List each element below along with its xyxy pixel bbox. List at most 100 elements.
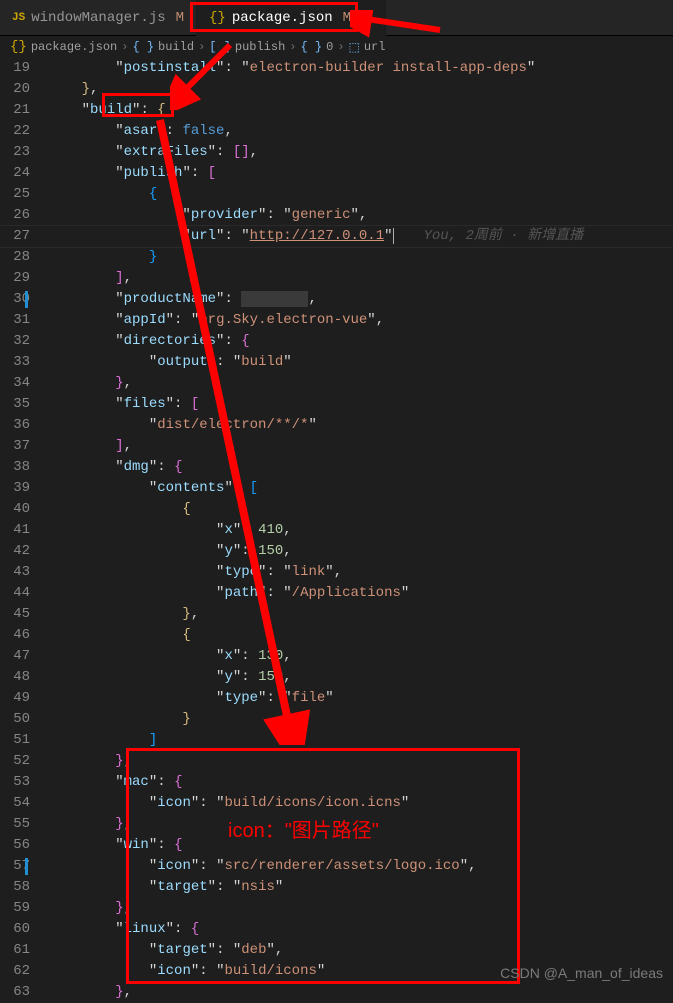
- line-number: 37: [0, 436, 30, 457]
- code-line[interactable]: "icon": "build/icons/icon.icns": [48, 793, 673, 814]
- code-line[interactable]: "y": 150,: [48, 667, 673, 688]
- json-icon: {}: [209, 10, 226, 26]
- line-number: 19: [0, 58, 30, 79]
- line-number: 26: [0, 205, 30, 226]
- code-line[interactable]: }: [48, 247, 673, 268]
- line-number: 46: [0, 625, 30, 646]
- line-number: 30: [0, 289, 30, 310]
- code-line[interactable]: "target": "deb",: [48, 940, 673, 961]
- code-line[interactable]: },: [48, 751, 673, 772]
- tab-bar: JS windowManager.js M {} package.json M …: [0, 0, 673, 36]
- line-number: 27: [0, 226, 30, 247]
- code-line[interactable]: "appId": "org.Sky.electron-vue",: [48, 310, 673, 331]
- code-content[interactable]: "postinstall": "electron-builder install…: [48, 58, 673, 1003]
- code-line[interactable]: },: [48, 373, 673, 394]
- tab-windowmanager[interactable]: JS windowManager.js M: [0, 0, 197, 36]
- line-number: 34: [0, 373, 30, 394]
- code-line[interactable]: },: [48, 79, 673, 100]
- code-line[interactable]: "files": [: [48, 394, 673, 415]
- line-number: 62: [0, 961, 30, 982]
- code-line[interactable]: {: [48, 184, 673, 205]
- code-line[interactable]: "target": "nsis": [48, 877, 673, 898]
- code-line[interactable]: "x": 410,: [48, 520, 673, 541]
- line-number: 55: [0, 814, 30, 835]
- breadcrumb-seg: url: [364, 40, 386, 54]
- code-line[interactable]: "directories": {: [48, 331, 673, 352]
- code-line[interactable]: "dist/electron/**/*": [48, 415, 673, 436]
- code-line[interactable]: "extraFiles": [],: [48, 142, 673, 163]
- line-number: 44: [0, 583, 30, 604]
- code-line[interactable]: "contents": [: [48, 478, 673, 499]
- line-number: 56: [0, 835, 30, 856]
- line-number: 53: [0, 772, 30, 793]
- chevron-right-icon: ›: [121, 40, 128, 54]
- code-line[interactable]: "publish": [: [48, 163, 673, 184]
- code-line[interactable]: "url": "http://127.0.0.1"You, 2周前 · 新增直播: [48, 226, 673, 247]
- line-number: 58: [0, 877, 30, 898]
- breadcrumb-file: package.json: [31, 40, 117, 54]
- code-line[interactable]: ]: [48, 730, 673, 751]
- line-number: 29: [0, 268, 30, 289]
- code-line[interactable]: "provider": "generic",: [48, 205, 673, 226]
- modified-indicator: M: [343, 10, 351, 26]
- line-number: 39: [0, 478, 30, 499]
- code-line[interactable]: "x": 130,: [48, 646, 673, 667]
- code-line[interactable]: "postinstall": "electron-builder install…: [48, 58, 673, 79]
- code-line[interactable]: "productName": xxxxxxxx,: [48, 289, 673, 310]
- breadcrumb-seg: 0: [326, 40, 333, 54]
- code-line[interactable]: {: [48, 499, 673, 520]
- code-line[interactable]: ],: [48, 436, 673, 457]
- code-line[interactable]: "y": 150,: [48, 541, 673, 562]
- watermark: CSDN @A_man_of_ideas: [500, 965, 663, 981]
- code-line[interactable]: "icon": "src/renderer/assets/logo.ico",: [48, 856, 673, 877]
- code-line[interactable]: "win": {: [48, 835, 673, 856]
- breadcrumb-seg: publish: [235, 40, 285, 54]
- code-line[interactable]: "build": {: [48, 100, 673, 121]
- breadcrumb-seg: build: [158, 40, 194, 54]
- code-line[interactable]: ],: [48, 268, 673, 289]
- line-number: 54: [0, 793, 30, 814]
- line-number: 36: [0, 415, 30, 436]
- line-number: 33: [0, 352, 30, 373]
- line-number: 51: [0, 730, 30, 751]
- line-number: 49: [0, 688, 30, 709]
- chevron-right-icon: ›: [337, 40, 344, 54]
- code-line[interactable]: "type": "file": [48, 688, 673, 709]
- json-icon: {}: [10, 39, 27, 55]
- line-number: 48: [0, 667, 30, 688]
- tab-label: package.json: [232, 10, 333, 26]
- line-number: 21: [0, 100, 30, 121]
- line-number: 57: [0, 856, 30, 877]
- chevron-right-icon: ›: [198, 40, 205, 54]
- code-line[interactable]: "asar": false,: [48, 121, 673, 142]
- line-number: 32: [0, 331, 30, 352]
- code-line[interactable]: },: [48, 982, 673, 1003]
- code-line[interactable]: },: [48, 814, 673, 835]
- line-number: 23: [0, 142, 30, 163]
- line-number: 25: [0, 184, 30, 205]
- line-number: 35: [0, 394, 30, 415]
- code-line[interactable]: {: [48, 625, 673, 646]
- object-icon: { }: [132, 40, 154, 54]
- code-line[interactable]: }: [48, 709, 673, 730]
- code-line[interactable]: "path": "/Applications": [48, 583, 673, 604]
- line-number: 50: [0, 709, 30, 730]
- line-number: 24: [0, 163, 30, 184]
- line-number: 45: [0, 604, 30, 625]
- code-line[interactable]: "output": "build": [48, 352, 673, 373]
- tab-package-json[interactable]: {} package.json M ×: [197, 0, 386, 36]
- close-icon[interactable]: ×: [365, 10, 373, 26]
- code-line[interactable]: },: [48, 898, 673, 919]
- array-icon: [ ]: [209, 40, 231, 54]
- modified-indicator: M: [176, 10, 184, 26]
- code-line[interactable]: "mac": {: [48, 772, 673, 793]
- breadcrumb[interactable]: {} package.json › { } build › [ ] publis…: [0, 36, 673, 58]
- line-number: 20: [0, 79, 30, 100]
- chevron-right-icon: ›: [289, 40, 296, 54]
- code-line[interactable]: },: [48, 604, 673, 625]
- code-line[interactable]: "linux": {: [48, 919, 673, 940]
- line-number: 22: [0, 121, 30, 142]
- code-editor[interactable]: 1920212223242526272829303132333435363738…: [0, 58, 673, 1003]
- code-line[interactable]: "dmg": {: [48, 457, 673, 478]
- code-line[interactable]: "type": "link",: [48, 562, 673, 583]
